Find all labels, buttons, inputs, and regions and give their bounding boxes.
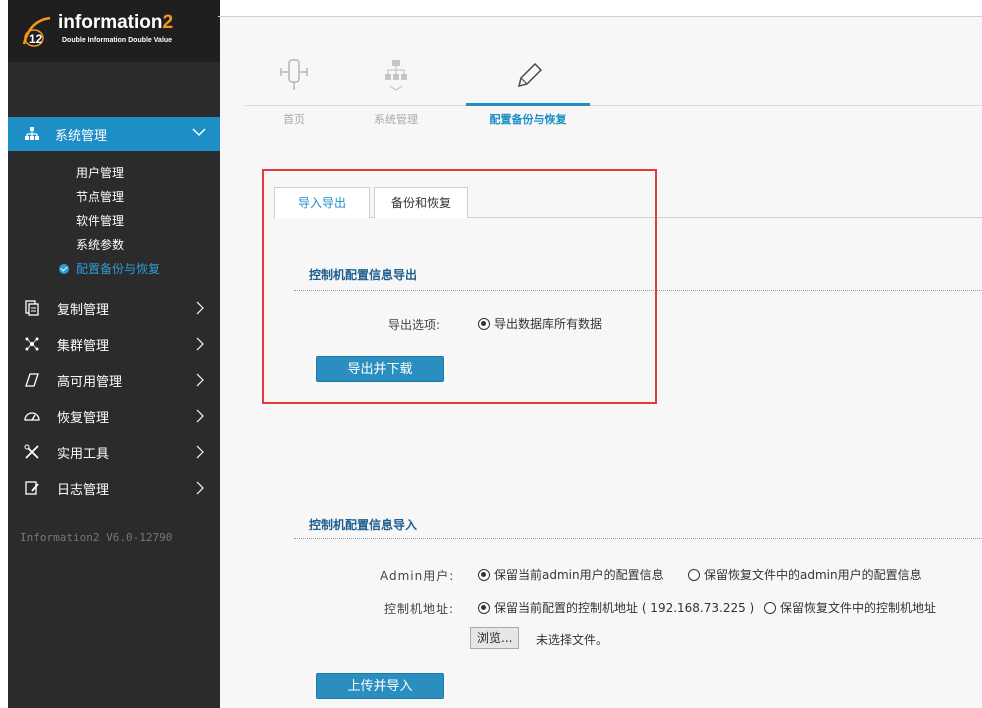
upload-import-button[interactable]: 上传并导入 xyxy=(316,673,444,699)
tab-config-backup[interactable]: 配置备份与恢复 xyxy=(466,57,590,127)
radio-unselected-icon xyxy=(688,568,700,581)
admin-user-label: Admin用户: xyxy=(380,569,455,583)
chevron-right-icon xyxy=(196,373,204,391)
radio-label: 保留恢复文件中的控制机地址 xyxy=(780,601,937,615)
browse-file-button[interactable]: 浏览... xyxy=(470,627,520,649)
log-icon xyxy=(23,479,41,497)
sidebar-item-restore[interactable]: 恢复管理 xyxy=(8,398,220,434)
tools-icon xyxy=(23,443,41,461)
system-icon xyxy=(380,57,412,93)
copy-icon xyxy=(23,299,41,317)
keep-file-address-radio[interactable]: 保留恢复文件中的控制机地址 xyxy=(764,599,936,616)
logo-swirl-icon: 12 xyxy=(22,16,51,47)
chevron-right-icon xyxy=(196,337,204,355)
sidebar-item-label: 恢复管理 xyxy=(57,410,110,426)
check-circle-icon xyxy=(59,264,69,274)
pencil-icon xyxy=(512,57,544,93)
radio-selected-icon xyxy=(478,568,490,581)
submenu-item-label: 配置备份与恢复 xyxy=(76,262,161,276)
svg-text:12: 12 xyxy=(29,32,43,46)
no-file-selected-text: 未选择文件。 xyxy=(536,633,609,647)
chevron-right-icon xyxy=(196,445,204,463)
submenu-item-nodes[interactable]: 节点管理 xyxy=(8,185,220,209)
home-icon xyxy=(278,57,310,93)
ha-icon xyxy=(23,371,41,389)
sidebar-item-label: 高可用管理 xyxy=(57,374,123,390)
sidebar-item-label: 系统管理 xyxy=(55,128,108,144)
sidebar-item-tools[interactable]: 实用工具 xyxy=(8,434,220,470)
sidebar-item-label: 集群管理 xyxy=(57,338,110,354)
sidebar-item-label: 日志管理 xyxy=(57,482,110,498)
sidebar-item-label: 复制管理 xyxy=(57,302,110,318)
restore-icon xyxy=(23,407,41,425)
sidebar-item-replication[interactable]: 复制管理 xyxy=(8,290,220,326)
radio-label: 保留恢复文件中的admin用户的配置信息 xyxy=(704,568,922,582)
logo: 12 information2 Double Information Doubl… xyxy=(8,0,220,62)
tab-home[interactable]: 首页 xyxy=(244,57,344,127)
cluster-icon xyxy=(23,335,41,353)
active-tab-indicator xyxy=(466,103,590,106)
import-divider xyxy=(294,538,982,539)
submenu-item-config-backup[interactable]: 配置备份与恢复 xyxy=(8,257,220,281)
sidebar-item-label: 实用工具 xyxy=(57,446,110,462)
chevron-right-icon xyxy=(196,301,204,319)
sidebar-item-cluster[interactable]: 集群管理 xyxy=(8,326,220,362)
submenu-item-parameters[interactable]: 系统参数 xyxy=(8,233,220,257)
version-label: Information2 V6.0-12790 xyxy=(20,531,173,544)
tab-system[interactable]: 系统管理 xyxy=(346,57,446,127)
tab-label: 配置备份与恢复 xyxy=(489,113,567,126)
brand-slogan: Double Information Double Value xyxy=(62,37,173,44)
submenu-item-users[interactable]: 用户管理 xyxy=(8,161,220,185)
chevron-right-icon xyxy=(196,481,204,499)
controller-address-label: 控制机地址: xyxy=(384,602,455,616)
keep-current-admin-radio[interactable]: 保留当前admin用户的配置信息 xyxy=(478,566,664,583)
network-icon xyxy=(23,125,41,143)
tab-label: 首页 xyxy=(283,113,305,126)
chevron-right-icon xyxy=(196,409,204,427)
keep-current-address-radio[interactable]: 保留当前配置的控制机地址 ( 192.168.73.225 ) xyxy=(478,599,754,616)
tab-label: 系统管理 xyxy=(374,113,418,126)
radio-label: 保留当前配置的控制机地址 ( 192.168.73.225 ) xyxy=(494,601,755,615)
highlight-box xyxy=(262,169,657,404)
submenu-system-management: 用户管理 节点管理 软件管理 系统参数 配置备份与恢复 xyxy=(8,161,220,281)
import-section-title: 控制机配置信息导入 xyxy=(309,518,418,532)
sidebar-item-logs[interactable]: 日志管理 xyxy=(8,470,220,506)
sidebar-item-high-availability[interactable]: 高可用管理 xyxy=(8,362,220,398)
sidebar: 12 information2 Double Information Doubl… xyxy=(8,0,220,708)
sidebar-nav: 复制管理 集群管理 高可用管理 恢复管理 实用工具 日志管理 xyxy=(8,290,220,506)
chevron-down-icon xyxy=(192,126,206,141)
radio-selected-icon xyxy=(478,601,490,614)
breadcrumb-tabs: 首页 系统管理 配置备份与恢复 xyxy=(244,57,982,144)
keep-file-admin-radio[interactable]: 保留恢复文件中的admin用户的配置信息 xyxy=(688,566,922,583)
submenu-item-software[interactable]: 软件管理 xyxy=(8,209,220,233)
radio-label: 保留当前admin用户的配置信息 xyxy=(494,568,664,582)
brand-name: information2 xyxy=(58,12,174,33)
sidebar-item-system-management[interactable]: 系统管理 xyxy=(8,117,220,151)
radio-unselected-icon xyxy=(764,601,776,614)
